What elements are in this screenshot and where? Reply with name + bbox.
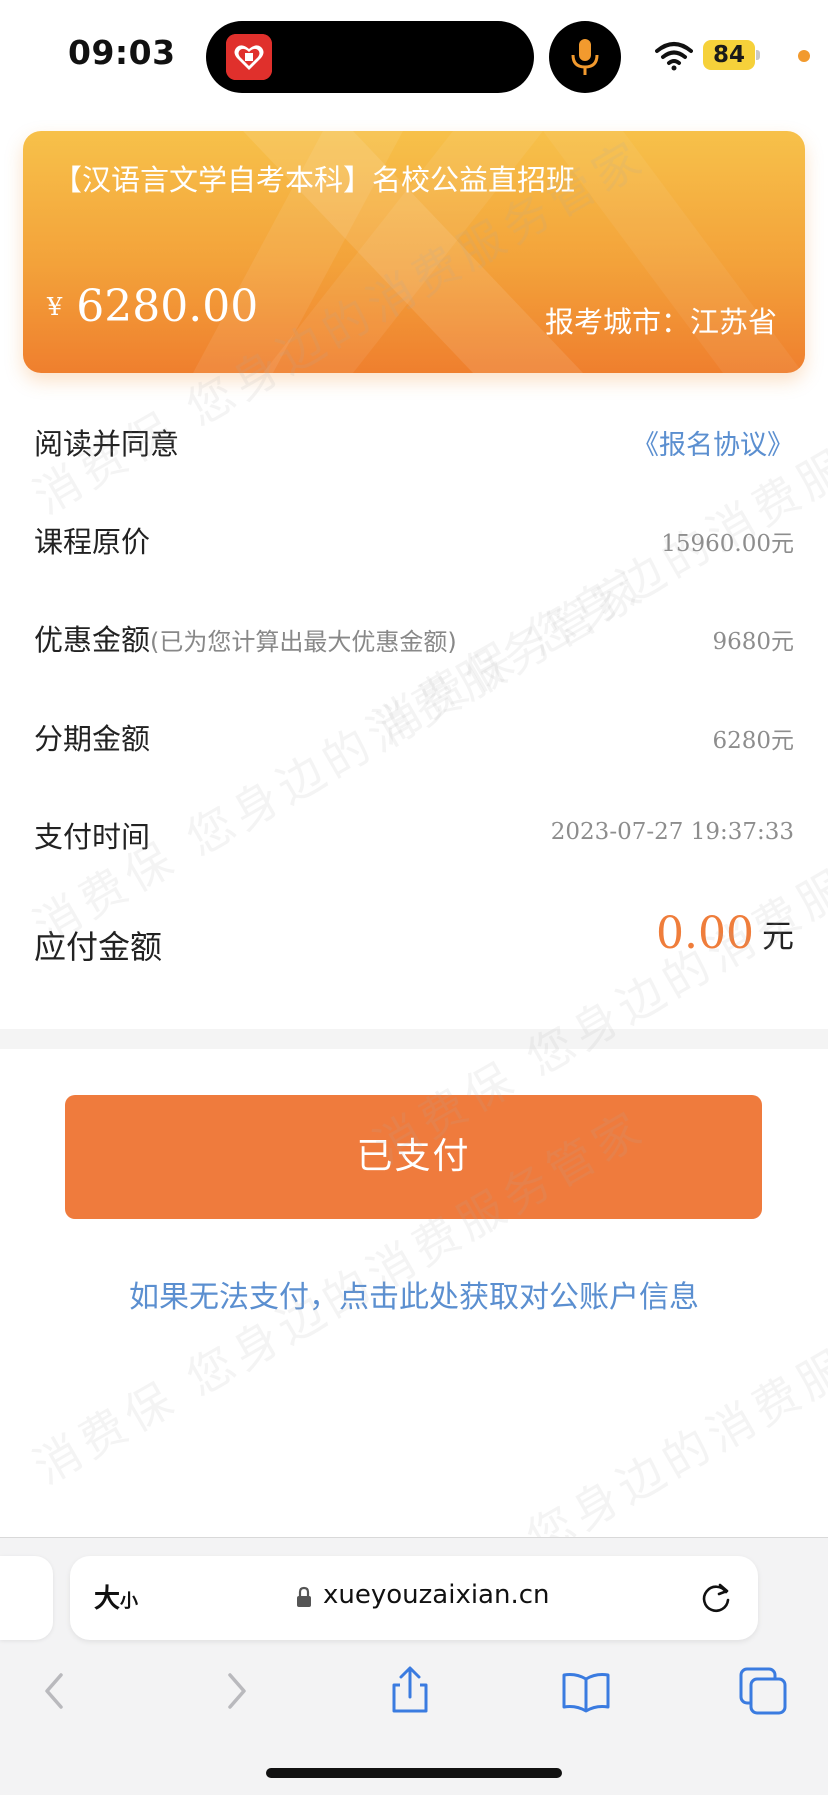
browser-chrome: 大小 xueyouzaixian.cn: [0, 1537, 828, 1795]
exam-city-value: 江苏省: [689, 305, 777, 339]
course-title: 【汉语言文学自考本科】名校公益直招班: [53, 163, 576, 197]
discount-value: 9680元: [712, 629, 794, 655]
bookmarks-icon[interactable]: [558, 1663, 614, 1719]
tabs-icon[interactable]: [735, 1663, 791, 1719]
original-price-row: 课程原价 15960.00元: [34, 507, 794, 567]
payable-unit: 元: [761, 916, 794, 955]
address-bar[interactable]: 大小 xueyouzaixian.cn: [70, 1556, 758, 1640]
payable-label: 应付金额: [34, 928, 163, 966]
text-size-button[interactable]: 大小: [94, 1578, 138, 1615]
discount-label: 优惠金额: [34, 623, 151, 657]
agreement-row: 阅读并同意 《报名协议》: [34, 409, 794, 469]
discount-note: (已为您计算出最大优惠金额): [150, 628, 457, 656]
reload-icon[interactable]: [696, 1578, 736, 1618]
text-size-small: 小: [120, 1591, 139, 1612]
pay-time-row: 支付时间 2023-07-27 19:37:33: [34, 802, 794, 862]
exam-city-label: 报考城市：: [544, 305, 690, 339]
pinduoduo-app-icon: [226, 34, 272, 80]
installment-value: 6280元: [712, 728, 794, 754]
paid-button[interactable]: 已支付: [65, 1095, 762, 1219]
price-value: 6280.00: [76, 281, 259, 332]
share-icon[interactable]: [382, 1663, 438, 1719]
microphone-indicator[interactable]: [549, 21, 621, 93]
text-size-big: 大: [94, 1584, 121, 1614]
payable-value: 0.00 元: [656, 908, 794, 959]
original-price-value: 15960.00元: [661, 531, 794, 557]
battery-tip: [756, 50, 760, 60]
previous-tab-peek[interactable]: [0, 1556, 53, 1640]
agreement-label: 阅读并同意: [34, 427, 180, 461]
pay-time-label: 支付时间: [34, 820, 151, 854]
microphone-icon: [571, 39, 599, 75]
discount-row: 优惠金额(已为您计算出最大优惠金额) 9680元: [34, 605, 794, 665]
back-icon[interactable]: [27, 1663, 83, 1719]
price-currency: ¥: [47, 292, 63, 321]
wifi-icon: [655, 42, 693, 71]
lock-icon: [297, 1586, 311, 1607]
course-price: ¥6280.00: [47, 281, 258, 332]
status-bar: 09:03 84: [0, 0, 828, 110]
page: 09:03 84 【汉语言文学自考本科】名校公益直招班 ¥ 6280.00 报考…: [0, 0, 828, 1795]
payable-row: 应付金额 0.00 元: [34, 908, 794, 978]
status-time: 09:03: [68, 33, 176, 72]
dynamic-island[interactable]: [206, 21, 534, 93]
url-text[interactable]: xueyouzaixian.cn: [323, 1580, 550, 1610]
installment-label: 分期金额: [34, 722, 151, 756]
exam-city: 报考城市：江苏省: [545, 299, 777, 341]
pay-time-value: 2023-07-27 19:37:33: [550, 819, 794, 845]
forward-icon[interactable]: [208, 1663, 264, 1719]
course-card: 【汉语言文学自考本科】名校公益直招班 ¥6280.00 报考城市：江苏省: [23, 131, 805, 373]
battery-icon: 84: [703, 40, 755, 70]
bank-account-info-link[interactable]: 如果无法支付，点击此处获取对公账户信息: [0, 1272, 828, 1316]
home-indicator[interactable]: [266, 1768, 562, 1778]
payable-amount: 0.00: [656, 908, 754, 959]
original-price-label: 课程原价: [34, 525, 151, 559]
discount-label-wrap: 优惠金额(已为您计算出最大优惠金额): [34, 617, 457, 659]
privacy-indicator-dot: [798, 50, 810, 62]
section-divider: [0, 1029, 828, 1049]
agreement-link[interactable]: 《报名协议》: [632, 423, 794, 462]
installment-row: 分期金额 6280元: [34, 704, 794, 764]
